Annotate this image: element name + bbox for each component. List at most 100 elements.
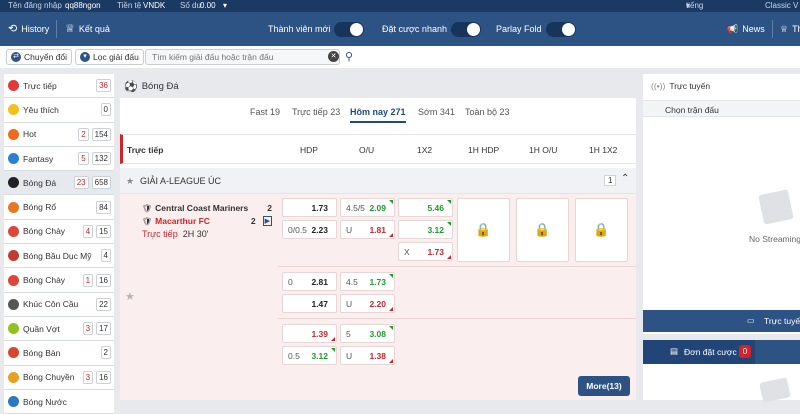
match-select[interactable]: Chọn trận đấu bbox=[643, 100, 800, 117]
league-row[interactable]: ★ GIẢI A-LEAGUE ÚC 1 ⌃ bbox=[120, 168, 636, 194]
odds-cell-hdp[interactable]: 1.73 bbox=[282, 198, 337, 217]
sidebar-item[interactable]: Bóng Đá 23 658 bbox=[4, 171, 114, 196]
results-button[interactable]: ♕ Kết quả bbox=[65, 12, 110, 46]
more-markets-button[interactable]: More(13) bbox=[578, 376, 630, 396]
odds-value: 2.81 bbox=[311, 277, 328, 287]
star-icon[interactable]: ★ bbox=[126, 176, 134, 187]
sidebar-item[interactable]: Khúc Côn Cầu 22 bbox=[4, 292, 114, 317]
filter-league-button[interactable]: ▾ Lọc giải đấu bbox=[75, 49, 144, 65]
news-button[interactable]: 📢 News bbox=[727, 12, 765, 46]
sidebar-item[interactable]: Bóng Bầu Dục Mỹ 4 bbox=[4, 244, 114, 269]
username-label: Tên đăng nhập bbox=[8, 1, 62, 10]
sidebar-item[interactable]: Hot 2 154 bbox=[4, 122, 114, 147]
odds-value: 2.20 bbox=[369, 299, 386, 309]
clear-icon[interactable]: ✕ bbox=[328, 51, 339, 62]
currency: VNDK bbox=[143, 1, 166, 10]
sidebar-item[interactable]: Bóng Chày 4 15 bbox=[4, 219, 114, 245]
member-new-label: Thành viên mới bbox=[268, 24, 331, 34]
tab-live[interactable]: Trực tiếp 23 bbox=[292, 107, 340, 117]
event-count-badge: 16 bbox=[96, 273, 111, 287]
tab-today[interactable]: Hôm nay 271 bbox=[350, 107, 406, 123]
username: qq88ngon bbox=[65, 1, 101, 10]
locked-market-1h-1x2: 🔒 bbox=[575, 198, 628, 262]
odds-up-indicator bbox=[331, 348, 335, 352]
match-status: Trực tiếp bbox=[142, 229, 178, 239]
member-new-toggle[interactable]: Thành viên mới bbox=[268, 12, 365, 46]
bet-slip-header[interactable]: ▤ Đơn đặt cược 0 bbox=[643, 340, 800, 364]
col-1x2: 1X2 bbox=[417, 145, 433, 155]
odds-cell-ou[interactable]: U 1.81 bbox=[340, 220, 395, 239]
home-team: Central Coast Mariners bbox=[155, 203, 249, 213]
sidebar-item-label: Bóng Chuyền bbox=[23, 372, 75, 383]
odds-cell-hdp[interactable]: 0.5 3.12 bbox=[282, 346, 337, 365]
odds-down-indicator bbox=[389, 359, 393, 363]
sidebar-item[interactable]: Yêu thích 0 bbox=[4, 98, 114, 123]
language-select[interactable]: tiếng việt ▾ bbox=[686, 0, 703, 22]
chevron-up-icon[interactable]: ⌃ bbox=[621, 173, 629, 184]
away-team-row: 🛡 Macarthur FC 2 ▶ bbox=[142, 214, 272, 228]
broadcast-icon: ((•)) bbox=[651, 81, 666, 91]
section-header: ⚽ Bóng Đá bbox=[120, 74, 636, 98]
odds-cell-ou[interactable]: U 2.20 bbox=[340, 294, 395, 313]
away-team: Macarthur FC bbox=[155, 216, 210, 226]
odds-cell-1x2[interactable]: X 1.73 bbox=[398, 242, 453, 261]
tab-early[interactable]: Sớm 341 bbox=[418, 107, 455, 117]
odds-value: 1.73 bbox=[427, 247, 444, 257]
sidebar-item[interactable]: Bóng Chày 1 16 bbox=[4, 268, 114, 293]
odds-cell-1x2[interactable]: 5.46 bbox=[398, 198, 453, 217]
sidebar-item[interactable]: Quần Vợt 3 17 bbox=[4, 316, 114, 342]
tab-all[interactable]: Toàn bộ 23 bbox=[465, 107, 510, 117]
odds-down-indicator bbox=[389, 233, 393, 237]
odds-cell-hdp[interactable]: 1.39 bbox=[282, 324, 337, 343]
odds-cell-ou[interactable]: 4.5/5 2.09 bbox=[340, 198, 395, 217]
filter-bar: ⇄ Chuyển đổi ▾ Lọc giải đấu ✕ ⚲ bbox=[0, 46, 800, 68]
sidebar-item[interactable]: Bóng Bàn 2 bbox=[4, 341, 114, 366]
search-input[interactable] bbox=[146, 50, 326, 64]
sidebar-item[interactable]: Bóng Nước bbox=[4, 389, 114, 414]
sidebar-item[interactable]: Trực tiếp 36 bbox=[4, 74, 114, 99]
total-line: 5 bbox=[346, 329, 351, 339]
sidebar-item[interactable]: Fantasy 5 132 bbox=[4, 146, 114, 172]
live-count-badge: 3 bbox=[82, 322, 94, 336]
live-stream-button[interactable]: ▭ Trực tuyến bbox=[643, 310, 800, 332]
odds-cell-ou[interactable]: U 1.38 bbox=[340, 346, 395, 365]
toggle-switch[interactable] bbox=[450, 21, 481, 37]
odds-cell-ou[interactable]: 5 3.08 bbox=[340, 324, 395, 343]
balance-dropdown-icon[interactable]: ▾ bbox=[223, 0, 227, 12]
no-stream-text: No Streaming bbox=[749, 234, 800, 244]
odds-cell-1x2[interactable]: 3.12 bbox=[398, 220, 453, 239]
odds-cell-hdp[interactable]: 0/0.5 2.23 bbox=[282, 220, 337, 239]
odds-up-indicator bbox=[447, 200, 451, 204]
tv-icon[interactable]: ▶ bbox=[262, 216, 272, 226]
switch-button[interactable]: ⇄ Chuyển đổi bbox=[6, 49, 73, 65]
history-button[interactable]: ⟲ History bbox=[8, 12, 49, 46]
match-status-row: Trực tiếp 2H 30' bbox=[142, 228, 272, 240]
odds-up-indicator bbox=[447, 222, 451, 226]
quick-bet-toggle[interactable]: Đặt cược nhanh bbox=[382, 12, 481, 46]
tab-fast[interactable]: Fast 19 bbox=[250, 107, 280, 117]
bet-slip-tab-2[interactable] bbox=[755, 340, 800, 364]
favorite-star-icon[interactable]: ★ bbox=[125, 290, 135, 303]
more-nav-button[interactable]: ♕ Th bbox=[780, 12, 800, 46]
sidebar-item[interactable]: Bóng Chuyền 3 16 bbox=[4, 365, 114, 390]
odds-cell-hdp[interactable]: 0 2.81 bbox=[282, 272, 337, 291]
live-count-badge: 2 bbox=[78, 127, 89, 141]
odds-cell-ou[interactable]: 4.5 1.73 bbox=[340, 272, 395, 291]
filter-league-label: Lọc giải đấu bbox=[93, 52, 139, 62]
theme-select[interactable]: Classic V bbox=[765, 0, 798, 12]
team-crest-icon: 🛡 bbox=[142, 203, 153, 213]
live-count-badge: 4 bbox=[82, 224, 94, 238]
draw-label: X bbox=[404, 247, 410, 257]
parlay-fold-toggle[interactable]: Parlay Fold bbox=[496, 12, 576, 46]
sidebar-item-label: Fantasy bbox=[23, 153, 54, 164]
toggle-switch[interactable] bbox=[334, 21, 365, 37]
search-icon[interactable]: ⚲ bbox=[345, 50, 353, 63]
odds-cell-hdp[interactable]: 1.47 bbox=[282, 294, 337, 313]
odds-value: 3.08 bbox=[369, 329, 386, 339]
odds-down-indicator bbox=[389, 307, 393, 311]
sidebar-item-label: Bóng Chày bbox=[23, 226, 66, 237]
toggle-switch[interactable] bbox=[545, 21, 576, 37]
sidebar-item[interactable]: Bóng Rổ 84 bbox=[4, 195, 114, 220]
total-line: 4.5/5 bbox=[346, 203, 365, 213]
bet-slip-label: Đơn đặt cược bbox=[684, 347, 737, 357]
